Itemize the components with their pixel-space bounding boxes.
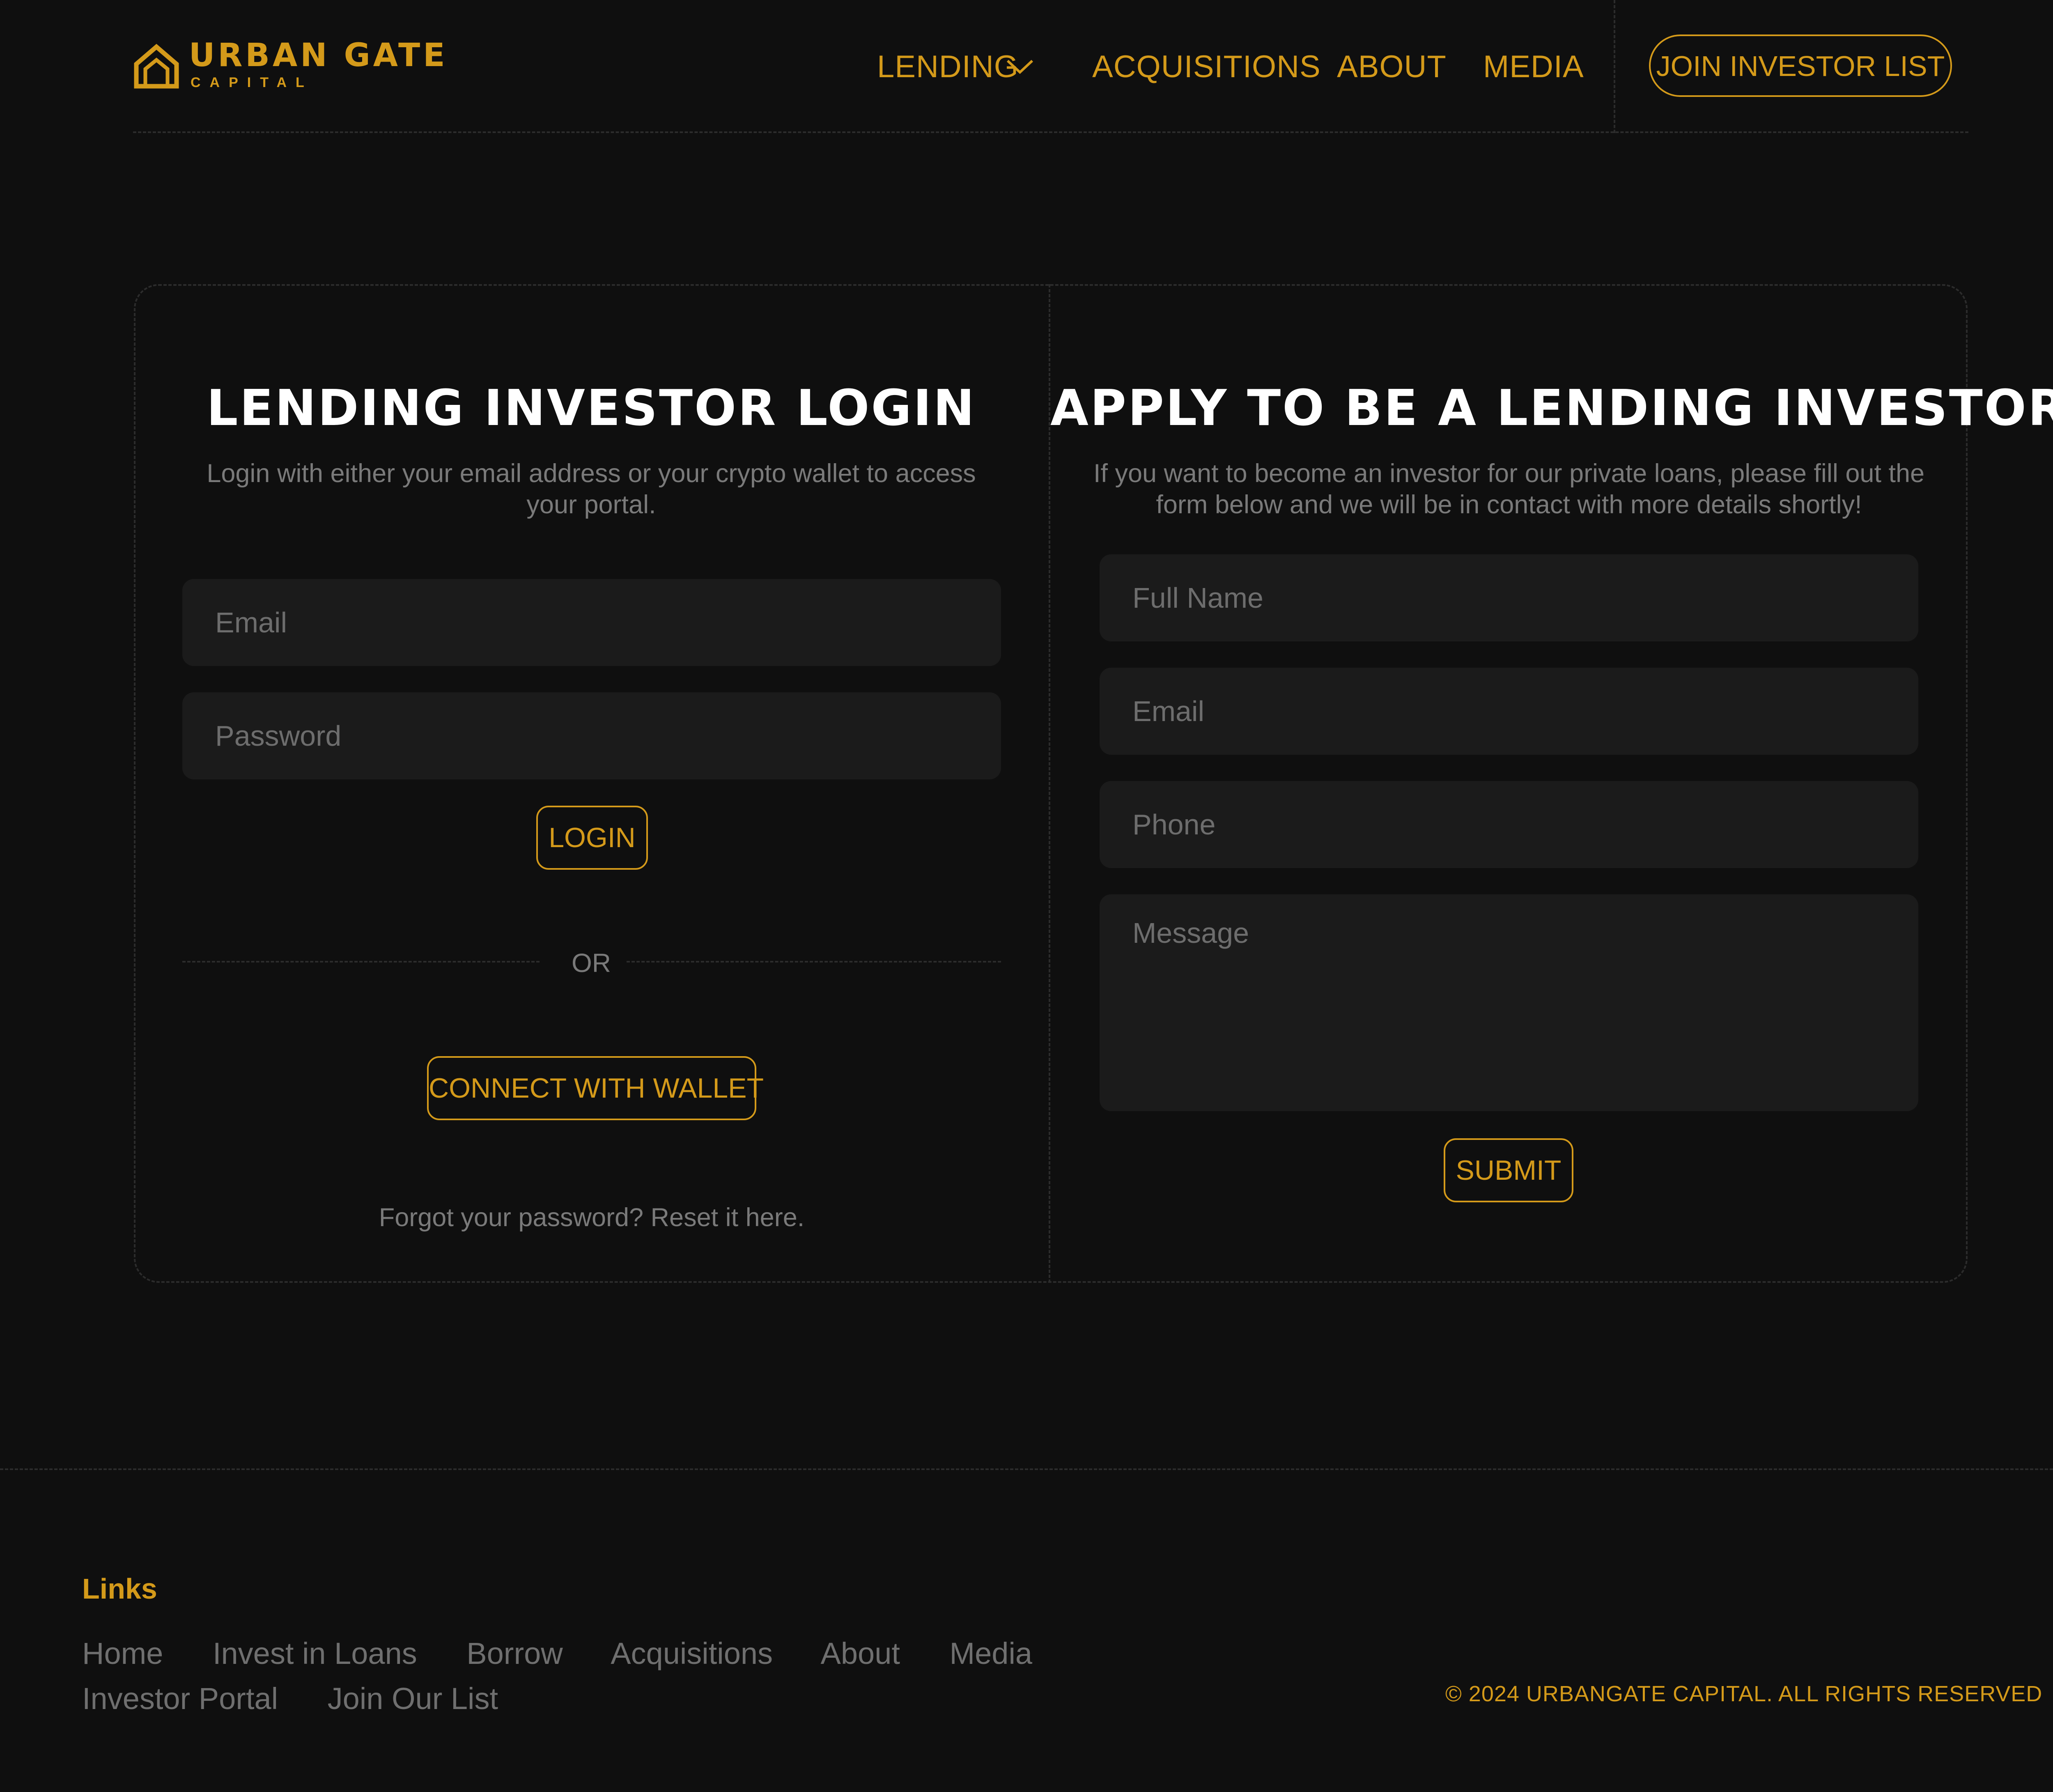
footer-link-join-our-list[interactable]: Join Our List — [328, 1682, 498, 1716]
phone-input[interactable] — [1100, 781, 1918, 868]
footer-top-border — [0, 1468, 2053, 1470]
login-button[interactable]: LOGIN — [536, 806, 648, 870]
nav-lending[interactable]: LENDING — [877, 48, 1019, 85]
message-textarea[interactable] — [1100, 894, 1918, 1111]
footer-link-borrow[interactable]: Borrow — [466, 1636, 563, 1670]
nav-acquisitions[interactable]: ACQUISITIONS — [1092, 48, 1321, 85]
apply-description: If you want to become an investor for ou… — [1093, 459, 1925, 519]
submit-button[interactable]: SUBMIT — [1444, 1138, 1573, 1202]
brand-subname: CAPITAL — [191, 75, 313, 90]
footer-link-acquisitions[interactable]: Acquisitions — [611, 1636, 773, 1670]
connect-wallet-button[interactable]: CONNECT WITH WALLET — [427, 1056, 764, 1120]
chevron-down-icon[interactable] — [1005, 57, 1035, 76]
brand-name: URBAN GATE — [189, 37, 448, 74]
apply-title: APPLY TO BE A LENDING INVESTOR — [1050, 380, 2053, 437]
footer-link-about[interactable]: About — [821, 1636, 900, 1670]
footer-link-media[interactable]: Media — [949, 1636, 1032, 1670]
or-label: OR — [572, 948, 611, 978]
or-divider-right — [627, 961, 1001, 963]
login-title: LENDING INVESTOR LOGIN — [207, 380, 976, 437]
or-divider-left — [182, 961, 540, 963]
login-description: Login with either your email address or … — [207, 459, 976, 519]
login-password-input[interactable] — [182, 692, 1001, 779]
header-divider — [1614, 0, 1615, 133]
forgot-password-link[interactable]: Forgot your password? Reset it here. — [182, 1199, 1001, 1236]
full-name-input[interactable] — [1100, 554, 1918, 641]
nav-about[interactable]: ABOUT — [1337, 48, 1447, 85]
join-investor-list-button[interactable]: JOIN INVESTOR LIST — [1649, 34, 1952, 97]
footer-links: Home Invest in Loans Borrow Acquisitions… — [82, 1631, 1314, 1721]
footer-link-home[interactable]: Home — [82, 1636, 163, 1670]
footer-link-invest-in-loans[interactable]: Invest in Loans — [213, 1636, 417, 1670]
brand-logo[interactable]: URBAN GATE CAPITAL — [133, 39, 445, 94]
site-header: URBAN GATE CAPITAL LENDING ACQUISITIONS … — [0, 0, 2053, 133]
footer-links-heading: Links — [82, 1573, 157, 1605]
nav-media[interactable]: MEDIA — [1483, 48, 1584, 85]
apply-email-input[interactable] — [1100, 668, 1918, 755]
house-icon — [134, 44, 179, 89]
header-bottom-border — [133, 131, 1968, 133]
copyright-text: © 2024 URBANGATE CAPITAL. ALL RIGHTS RES… — [1445, 1682, 2043, 1706]
login-email-input[interactable] — [182, 579, 1001, 666]
footer-link-investor-portal[interactable]: Investor Portal — [82, 1682, 278, 1716]
